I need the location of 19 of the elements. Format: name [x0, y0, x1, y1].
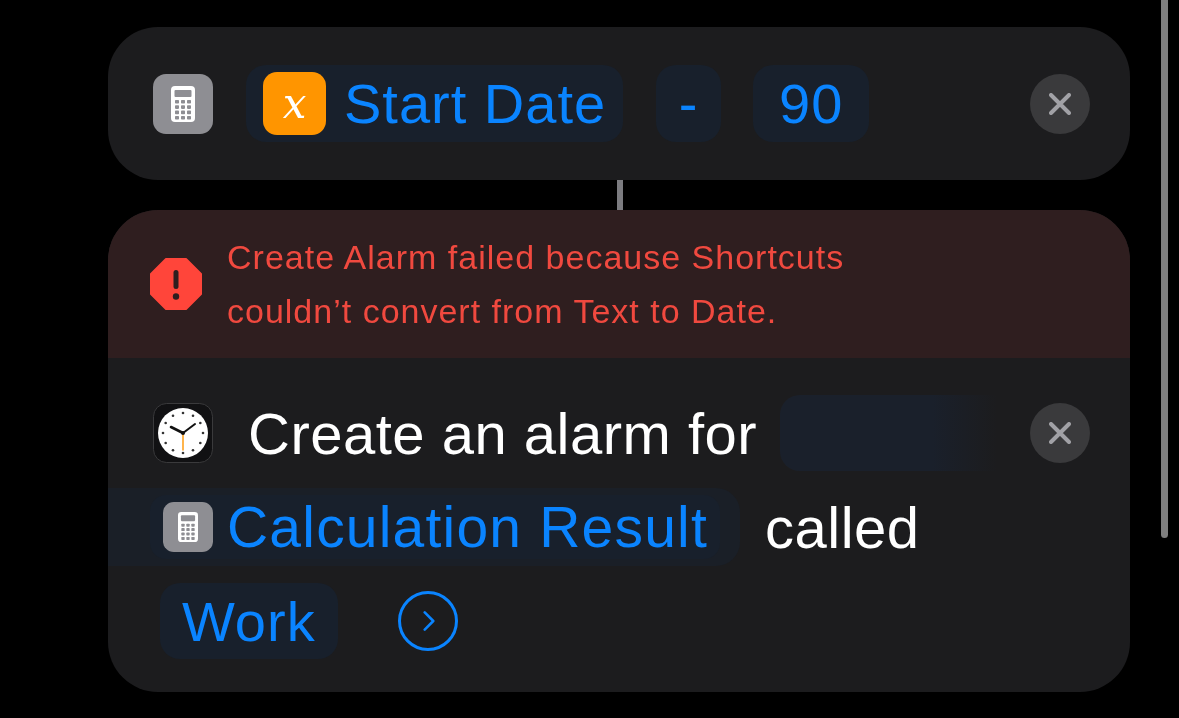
octagon-exclamation-icon	[150, 258, 202, 310]
calculator-icon	[163, 502, 213, 552]
variable-symbol: x	[263, 72, 326, 135]
input-field[interactable]: Calculation Result	[108, 488, 740, 566]
clock-icon	[153, 403, 213, 463]
expand-button[interactable]	[397, 591, 458, 651]
calculator-icon	[153, 73, 213, 134]
value-token[interactable]: Work	[160, 583, 338, 659]
variable-token[interactable]: x Start Date	[246, 65, 624, 142]
x-icon	[1049, 92, 1071, 115]
scrollbar-thumb[interactable]	[1161, 0, 1168, 538]
error-message: Create Alarm failed because Shortcuts couldn’t convert from Text to Date.	[227, 237, 846, 332]
number-token[interactable]: 90	[753, 65, 870, 142]
action-text: called	[765, 493, 920, 561]
x-icon	[1049, 422, 1071, 444]
chevron-right-icon	[423, 610, 436, 632]
action-text: Create an alarm for	[248, 399, 758, 467]
variable-token[interactable]: Calculation Result	[150, 495, 720, 559]
operator-token[interactable]: -	[656, 65, 722, 142]
